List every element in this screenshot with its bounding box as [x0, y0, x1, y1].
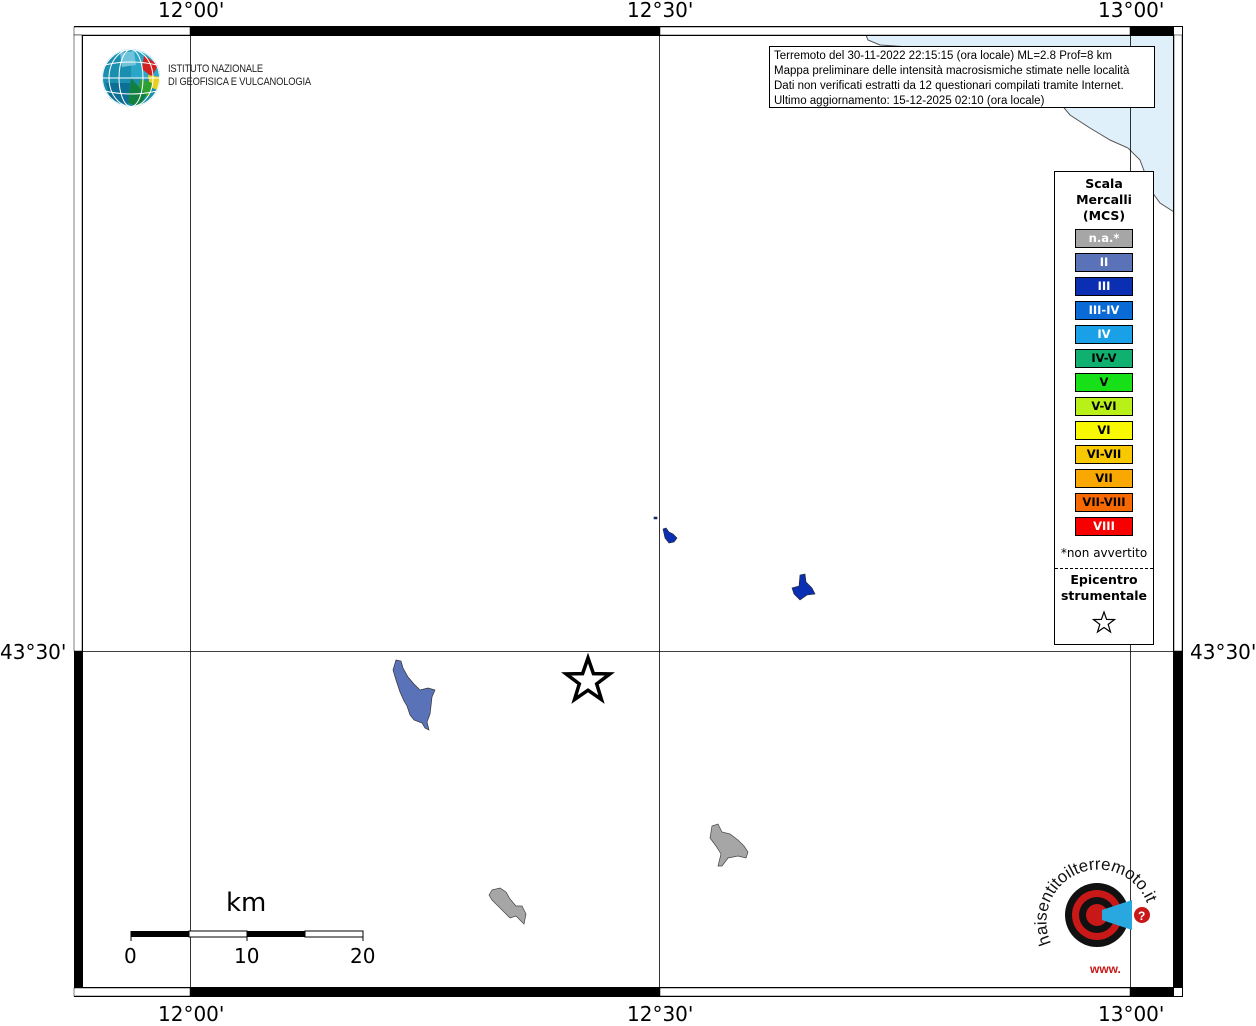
lon-label-bottom-1230: 12°30'	[627, 1002, 694, 1026]
legend-swatch-viii: VIII	[1075, 517, 1133, 536]
legend-swatch-v-vi: V-VI	[1075, 397, 1133, 416]
scale-tick-0: 0	[124, 944, 137, 968]
lon-label-top-1200: 12°00'	[158, 0, 225, 22]
legend-swatch-vii-viii: VII-VIII	[1075, 493, 1133, 512]
ingv-name: ISTITUTO NAZIONALE DI GEOFISICA E VULCAN…	[168, 63, 311, 89]
legend-swatch-iii: III	[1075, 277, 1133, 296]
haisentito-logo-prefix: www.	[1089, 962, 1121, 976]
mcs-legend: Scala Mercalli (MCS) n.a.* II III III-IV IV I…	[1054, 171, 1154, 645]
legend-title: Scala Mercalli (MCS)	[1055, 176, 1153, 224]
ingv-name-line2: DI GEOFISICA E VULCANOLOGIA	[168, 76, 311, 88]
legend-epicenter-line1: Epicentro	[1070, 572, 1138, 587]
haisentito-logo: haisentitoilterremoto.it www. ?	[1032, 855, 1161, 976]
legend-epicenter-label: Epicentro strumentale	[1055, 572, 1153, 604]
legend-swatch-vi-vii: VI-VII	[1075, 445, 1133, 464]
legend-title-line2: Mercalli	[1076, 192, 1132, 207]
event-info-line2: Mappa preliminare delle intensità macros…	[774, 65, 1130, 77]
legend-note: *non avvertito	[1060, 546, 1148, 560]
legend-swatch-vii: VII	[1075, 469, 1133, 488]
event-info-box: Terremoto del 30-11-2022 22:15:15 (ora l…	[769, 46, 1155, 108]
lat-label-left-4330: 43°30'	[0, 640, 67, 664]
legend-swatch-n-a: n.a.*	[1075, 229, 1133, 248]
lon-label-bottom-1200: 12°00'	[158, 1002, 225, 1026]
legend-star-icon	[1091, 610, 1117, 634]
lat-label-right-4330: 43°30'	[1190, 640, 1256, 664]
legend-epicenter-line2: strumentale	[1060, 588, 1148, 603]
legend-swatch-v: V	[1075, 373, 1133, 392]
event-info-line1: Terremoto del 30-11-2022 22:15:15 (ora l…	[774, 50, 1112, 62]
scale-unit-label: km	[226, 888, 267, 918]
locality-intensity-iii-small	[653, 516, 658, 520]
legend-title-line3: (MCS)	[1082, 208, 1126, 223]
lon-label-bottom-1300: 13°00'	[1098, 1002, 1165, 1026]
event-info-line4: Ultimo aggiornamento: 15-12-2025 02:10 (…	[774, 95, 1045, 107]
ingv-logo: ISTITUTO NAZIONALE DI GEOFISICA E VULCAN…	[100, 47, 330, 109]
legend-swatch-iv-v: IV-V	[1075, 349, 1133, 368]
scale-tick-20: 20	[350, 944, 376, 968]
svg-text:?: ?	[1138, 909, 1145, 923]
legend-swatch-iii-iv: III-IV	[1075, 301, 1133, 320]
legend-swatch-ii: II	[1075, 253, 1133, 272]
globe-icon	[102, 49, 160, 107]
scale-tick-10: 10	[234, 944, 260, 968]
event-info-line3: Dati non verificati estratti da 12 quest…	[774, 80, 1124, 92]
legend-swatch-vi: VI	[1075, 421, 1133, 440]
legend-separator	[1055, 568, 1153, 569]
ingv-name-line1: ISTITUTO NAZIONALE	[168, 63, 263, 75]
legend-swatch-iv: IV	[1075, 325, 1133, 344]
legend-title-line1: Scala	[1085, 176, 1123, 191]
lon-label-top-1300: 13°00'	[1098, 0, 1165, 22]
lon-label-top-1230: 12°30'	[627, 0, 694, 22]
